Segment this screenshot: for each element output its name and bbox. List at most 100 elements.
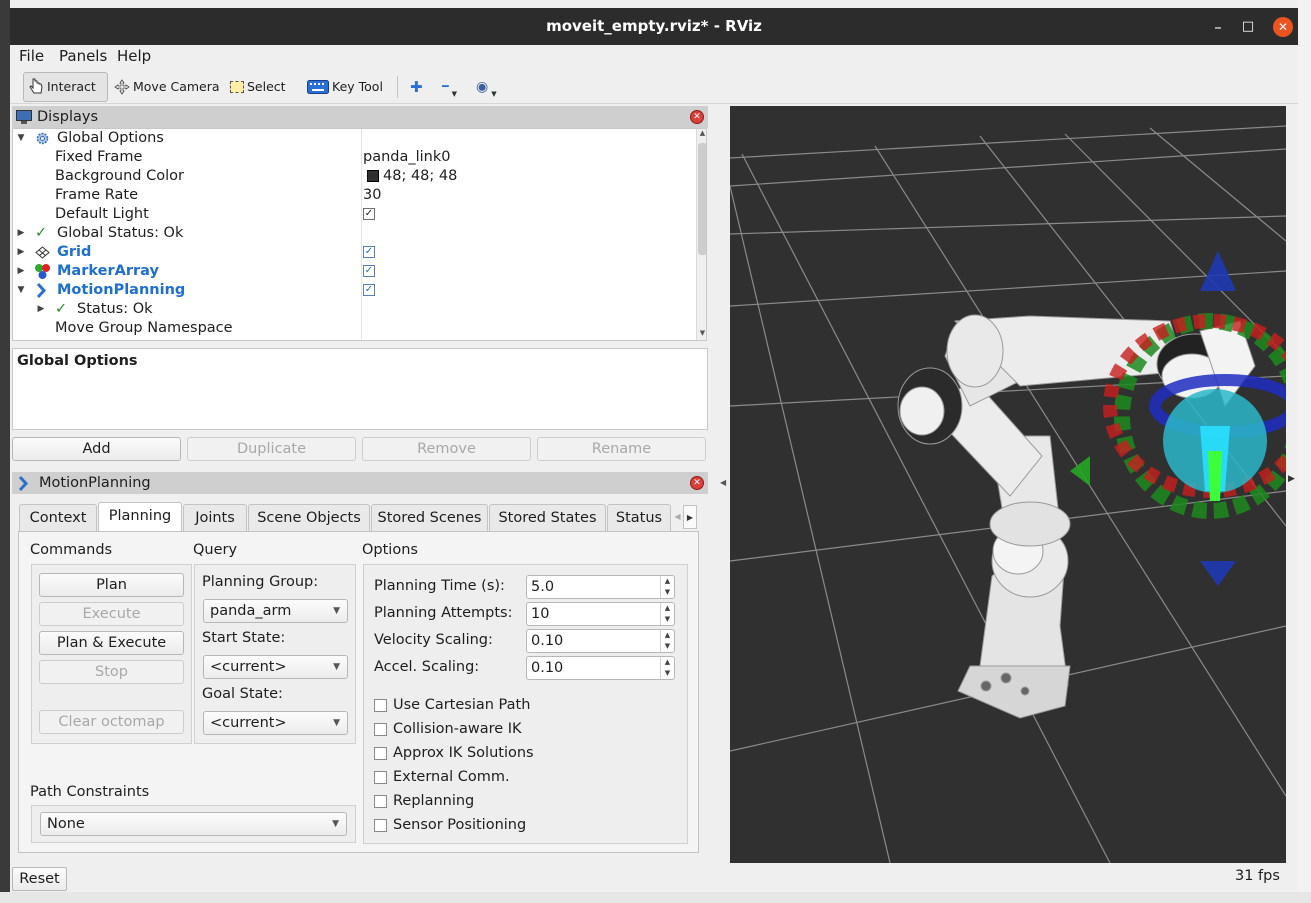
scroll-down-icon[interactable]: ▼ (697, 329, 706, 340)
title-bar[interactable]: moveit_empty.rviz* - RViz – □ ✕ (10, 8, 1298, 45)
checkbox-box[interactable] (374, 746, 387, 760)
duplicate-display-button[interactable]: Duplicate (187, 437, 356, 461)
tree-row-default-light[interactable]: Default Light ✓ (13, 205, 693, 224)
move-camera-tool-button[interactable]: Move Camera (110, 72, 224, 102)
approx-ik-solutions-checkbox[interactable]: Approx IK Solutions (374, 745, 534, 761)
tree-row-status[interactable]: ▶ ✓ Status: Ok (13, 300, 693, 319)
sensor-positioning-checkbox[interactable]: Sensor Positioning (374, 817, 526, 833)
tab-joints[interactable]: Joints (183, 504, 247, 531)
tree-row-marker-array[interactable]: ▶ MarkerArray ✓ (13, 262, 693, 281)
expand-right-icon[interactable]: ▶ (1288, 474, 1295, 484)
minimize-button[interactable]: – (1208, 17, 1228, 37)
path-constraints-select[interactable]: None ▼ (40, 812, 347, 836)
menu-panels[interactable]: Panels (59, 47, 107, 65)
remove-display-button[interactable]: Remove (362, 437, 531, 461)
plan-button[interactable]: Plan (39, 573, 184, 597)
motion-planning-panel-header[interactable]: MotionPlanning ✕ (12, 472, 708, 494)
panel-splitter[interactable]: ◀ (718, 106, 730, 863)
grid-checkbox[interactable]: ✓ (363, 243, 375, 262)
displays-close-icon[interactable]: ✕ (690, 110, 704, 124)
marker-array-checkbox[interactable]: ✓ (363, 262, 375, 281)
scroll-up-icon[interactable]: ▲ (697, 129, 706, 141)
menu-bar: File Panels Help (10, 45, 1298, 68)
tab-status[interactable]: Status (607, 504, 671, 531)
plan-and-execute-button[interactable]: Plan & Execute (39, 631, 184, 655)
tab-stored-scenes[interactable]: Stored Scenes (371, 504, 488, 531)
spin-arrows-icon[interactable]: ▲ ▼ (660, 576, 674, 598)
expanded-arrow-icon[interactable]: ▼ (16, 281, 26, 300)
render-viewport[interactable] (730, 106, 1286, 863)
marker-array-label: MarkerArray (57, 263, 159, 279)
tree-row-grid[interactable]: ▶ Grid ✓ (13, 243, 693, 262)
expanded-arrow-icon[interactable]: ▼ (16, 129, 26, 148)
tree-row-motion-planning[interactable]: ▼ MotionPlanning ✓ (13, 281, 693, 300)
collapsed-arrow-icon[interactable]: ▶ (16, 224, 26, 243)
tree-row-global-status[interactable]: ▶ ✓ Global Status: Ok (13, 224, 693, 243)
spin-arrows-icon[interactable]: ▲ ▼ (660, 630, 674, 652)
collapsed-arrow-icon[interactable]: ▶ (36, 300, 46, 319)
background-color-value[interactable]: 48; 48; 48 (363, 167, 457, 186)
property-description: Global Options (12, 348, 708, 430)
motion-planning-close-icon[interactable]: ✕ (690, 476, 704, 490)
menu-file[interactable]: File (19, 47, 44, 65)
chevron-down-icon: ▼ (333, 606, 340, 616)
clear-octomap-button[interactable]: Clear octomap (39, 710, 184, 734)
tab-scroll-right-icon[interactable]: ▶ (683, 505, 697, 529)
tree-row-background-color[interactable]: Background Color 48; 48; 48 (13, 167, 693, 186)
motion-planning-panel-title: MotionPlanning (39, 475, 151, 491)
motion-planning-checkbox[interactable]: ✓ (363, 281, 375, 300)
monitor-icon (16, 109, 32, 124)
checkbox-box[interactable] (374, 722, 387, 736)
tree-scrollbar[interactable]: ▲ ▼ (696, 129, 706, 340)
add-display-button[interactable]: Add (12, 437, 181, 461)
scroll-thumb[interactable] (698, 143, 706, 255)
collapse-left-icon[interactable]: ◀ (720, 478, 726, 487)
interact-tool-button[interactable]: Interact (23, 72, 108, 102)
spin-arrows-icon[interactable]: ▲ ▼ (660, 603, 674, 625)
tree-row-frame-rate[interactable]: Frame Rate 30 (13, 186, 693, 205)
tab-context[interactable]: Context (19, 504, 97, 531)
menu-help[interactable]: Help (117, 47, 151, 65)
select-tool-button[interactable]: Select (226, 72, 290, 102)
external-comm-checkbox[interactable]: External Comm. (374, 769, 510, 785)
frame-rate-value[interactable]: 30 (363, 186, 381, 205)
reset-button[interactable]: Reset (12, 867, 67, 891)
displays-panel-header[interactable]: Displays ✕ (12, 106, 708, 128)
default-light-checkbox[interactable]: ✓ (363, 205, 375, 224)
window-title: moveit_empty.rviz* - RViz (546, 17, 762, 35)
use-cartesian-path-checkbox[interactable]: Use Cartesian Path (374, 697, 530, 713)
tab-scene-objects[interactable]: Scene Objects (248, 504, 370, 531)
maximize-button[interactable]: □ (1238, 17, 1258, 37)
close-button[interactable]: ✕ (1273, 17, 1293, 37)
rename-display-button[interactable]: Rename (537, 437, 706, 461)
planning-group-select[interactable]: panda_arm ▼ (203, 599, 348, 623)
planning-attempts-spinbox[interactable]: 10 ▲ ▼ (526, 602, 675, 626)
tree-row-fixed-frame[interactable]: Fixed Frame panda_link0 (13, 148, 693, 167)
stop-button[interactable]: Stop (39, 660, 184, 684)
checkbox-box[interactable] (374, 794, 387, 808)
replanning-checkbox[interactable]: Replanning (374, 793, 474, 809)
checkbox-box[interactable] (374, 770, 387, 784)
checkbox-box[interactable] (374, 698, 387, 712)
remove-tool-button[interactable]: ━ ▼ (438, 72, 461, 102)
collision-aware-ik-checkbox[interactable]: Collision-aware IK (374, 721, 522, 737)
planning-time-spinbox[interactable]: 5.0 ▲ ▼ (526, 575, 675, 599)
start-state-select[interactable]: <current> ▼ (203, 655, 348, 679)
add-tool-button[interactable]: ✚ (406, 72, 427, 102)
velocity-scaling-spinbox[interactable]: 0.10 ▲ ▼ (526, 629, 675, 653)
collapsed-arrow-icon[interactable]: ▶ (16, 262, 26, 281)
tab-scroll-left-icon[interactable]: ◀ (672, 505, 683, 529)
tab-stored-states[interactable]: Stored States (489, 504, 606, 531)
view-tool-button[interactable]: ◉ ▼ (472, 72, 501, 102)
collapsed-arrow-icon[interactable]: ▶ (16, 243, 26, 262)
checkbox-box[interactable] (374, 818, 387, 832)
goal-state-select[interactable]: <current> ▼ (203, 711, 348, 735)
accel-scaling-spinbox[interactable]: 0.10 ▲ ▼ (526, 656, 675, 680)
key-tool-button[interactable]: Key Tool (303, 72, 387, 102)
tree-row-global-options[interactable]: ▼ Global Options (13, 129, 693, 148)
execute-button[interactable]: Execute (39, 602, 184, 626)
spin-arrows-icon[interactable]: ▲ ▼ (660, 657, 674, 679)
fixed-frame-value[interactable]: panda_link0 (363, 148, 451, 167)
tree-row-move-group-namespace[interactable]: Move Group Namespace (13, 319, 693, 338)
tab-planning[interactable]: Planning (98, 502, 182, 532)
